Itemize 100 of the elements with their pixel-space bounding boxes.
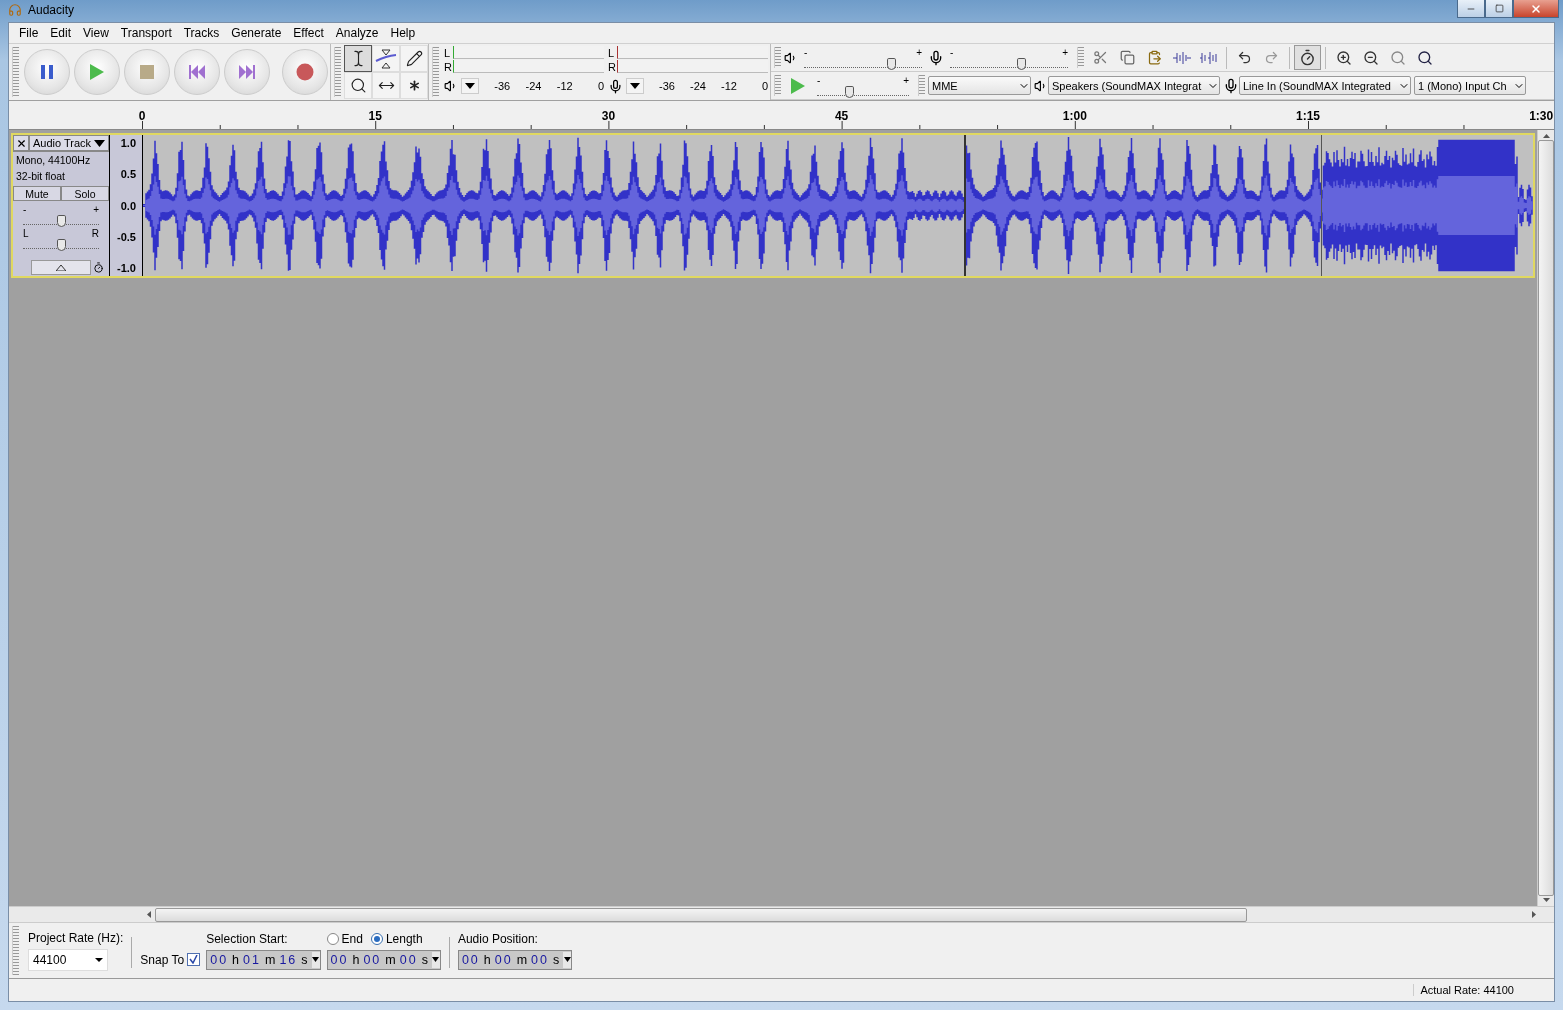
length-label: Length [385,931,423,946]
amplitude-label: 0.5 [120,168,137,181]
skip-end-button[interactable] [224,49,270,95]
menu-item[interactable]: Help [384,26,422,40]
amplitude-label: -0.5 [117,230,137,243]
pan-slider[interactable] [23,238,99,249]
slider-thumb[interactable] [887,57,897,70]
toolbar-grip[interactable] [774,75,781,96]
pause-icon [40,64,54,80]
menu-item[interactable]: File [13,26,45,40]
meter-menu-button[interactable] [461,78,479,94]
meter-scale-label: 0 [596,80,604,92]
solo-button[interactable]: Solo [61,186,109,201]
menu-item[interactable]: Generate [225,26,288,40]
maximize-icon [1494,4,1504,13]
recording-volume-slider[interactable] [950,56,1068,68]
toolbar-grip[interactable] [334,47,341,97]
selection-start-field[interactable]: 00 h 01 m 16 s [206,949,321,970]
track-name-menu[interactable]: Audio Track [29,135,109,151]
menu-item[interactable]: Analyze [329,26,385,40]
horizontal-scrollbar[interactable] [9,906,1554,922]
input-device-dropdown[interactable]: Line In (SoundMAX Integrated [1239,76,1411,95]
menu-item[interactable]: Effect [287,26,330,40]
toolbar-grip[interactable] [12,926,19,975]
multi-tool-button[interactable] [400,72,428,99]
maximize-button[interactable] [1485,0,1513,18]
pause-button[interactable] [24,49,70,95]
timeline-label: 30 [601,109,616,123]
timer-icon [1299,49,1316,66]
window-title: Audacity [28,3,75,17]
gain-slider[interactable] [23,214,99,225]
toolbar-grip[interactable] [774,47,781,68]
project-rate-dropdown[interactable]: 44100 [28,948,108,971]
menu-item[interactable]: Tracks [177,26,226,40]
playback-volume-slider[interactable] [804,56,922,68]
collapse-button[interactable] [31,260,91,275]
paste-icon [1147,50,1162,65]
selection-length-field[interactable]: 00 h 00 m 00 s [326,949,441,970]
end-radio[interactable] [326,932,339,945]
slider-max-label: + [1062,47,1068,57]
skip-start-icon [189,65,205,79]
output-device-dropdown[interactable]: Speakers (SoundMAX Integrat [1048,76,1220,95]
playback-speed-slider[interactable] [817,84,909,96]
input-channels-dropdown[interactable]: 1 (Mono) Input Ch [1414,76,1526,95]
meter-scale-label: -12 [555,80,573,92]
channel-label: R [444,60,453,73]
sync-lock-button[interactable] [1294,45,1321,70]
status-text: Actual Rate: 44100 [1413,984,1554,996]
dropdown-arrow-icon [630,83,640,89]
skip-start-button[interactable] [174,49,220,95]
slider-max-label: + [916,47,922,57]
audio-host-dropdown[interactable]: MME [928,76,1031,95]
audio-position-field[interactable]: 00 h 00 m 00 s [457,949,573,970]
amplitude-label: -1.0 [117,262,137,274]
meter-scale-label: 0 [760,80,768,92]
menu-item[interactable]: View [77,26,115,40]
mute-button[interactable]: Mute [13,186,61,201]
meter-menu-button[interactable] [626,78,644,94]
meter-scale-label: -36 [658,80,675,92]
meter-scale-label: -36 [493,80,511,92]
menu-item[interactable]: Edit [44,26,78,40]
timeshift-tool-button[interactable] [372,72,400,99]
microphone-icon [608,78,623,94]
slider-thumb[interactable] [57,215,66,227]
zoom-tool-button[interactable] [344,72,372,99]
slider-min-label: - [804,47,808,57]
menu-item[interactable]: Transport [114,26,178,40]
toolbar-grip[interactable] [918,75,925,96]
slider-max-label: + [903,75,909,85]
meter-scale-label: -24 [524,80,542,92]
record-button[interactable] [282,49,328,95]
length-radio[interactable] [370,932,383,945]
scrollbar-thumb[interactable] [155,907,1247,922]
microphone-icon [928,49,944,66]
draw-tool-button[interactable] [400,45,428,72]
timeline-label: 1:00 [1062,109,1087,123]
zoom-out-icon [1362,49,1379,66]
dropdown-arrow-icon [94,139,105,147]
toolbar-grip[interactable] [12,47,19,97]
toolbar-grip[interactable] [1077,47,1084,68]
timeline-label: 15 [368,109,382,123]
meter-scale-label: -24 [689,80,706,92]
slider-thumb[interactable] [57,239,66,251]
slider-thumb[interactable] [1016,57,1026,70]
close-button[interactable] [1513,0,1559,18]
timer-icon [93,262,104,273]
redo-icon [1264,50,1279,65]
minimize-button[interactable] [1457,0,1485,18]
zoom-in-icon [1335,49,1352,66]
close-icon [1530,2,1542,15]
dropdown-arrow-icon [312,957,320,962]
pencil-icon [405,50,423,67]
triangle-icon [56,264,66,271]
slider-thumb[interactable] [845,85,855,98]
envelope-tool-button[interactable] [372,45,400,72]
snap-to-checkbox[interactable] [187,953,201,966]
select-tool-button[interactable] [344,45,372,72]
toolbar-grip[interactable] [432,47,439,97]
close-icon [15,137,27,149]
envelope-icon [375,48,397,69]
